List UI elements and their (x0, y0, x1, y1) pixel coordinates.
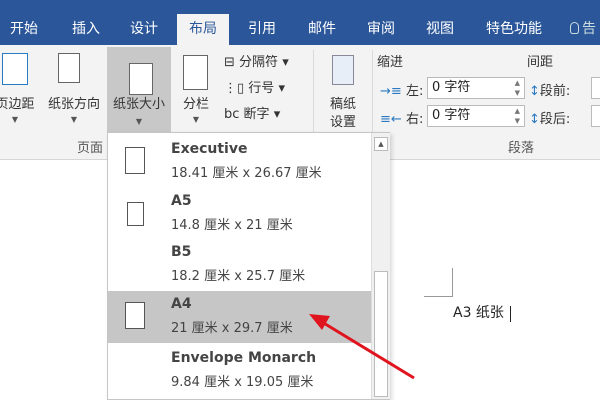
red-arrow-annotation (309, 314, 415, 380)
